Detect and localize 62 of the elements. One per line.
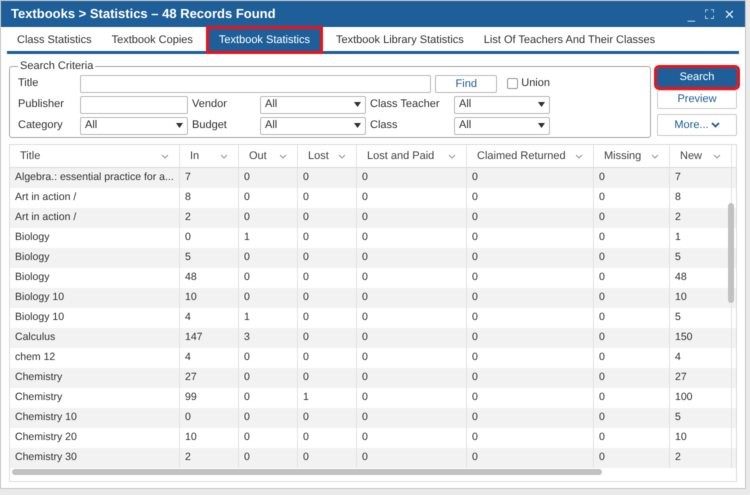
input-field[interactable] (80, 96, 188, 114)
column-header[interactable]: Claimed Returned (467, 145, 594, 167)
column-header[interactable]: Title (10, 145, 180, 167)
table-cell: 2 (670, 448, 732, 468)
sort-chevron-icon (713, 154, 721, 158)
sort-chevron-icon (448, 154, 456, 158)
title-input-field[interactable] (80, 74, 432, 92)
table-cell: 0 (594, 448, 670, 468)
category-dropdown[interactable]: All (80, 116, 188, 134)
field-label: Title (18, 76, 40, 92)
column-header[interactable]: New (670, 145, 732, 167)
tab[interactable]: Textbook Copies (102, 29, 203, 51)
vertical-scrollbar[interactable] (728, 203, 734, 303)
class-dropdown[interactable]: All (454, 116, 550, 134)
field-label: Class (370, 118, 399, 134)
table-cell: 0 (239, 448, 298, 468)
table-cell: Chemistry 30 (10, 448, 180, 468)
sort-chevron-icon (575, 154, 583, 158)
panel-legend: Search Criteria (18, 58, 96, 74)
tab[interactable]: Class Statistics (7, 29, 102, 51)
maximize-button[interactable]: ⛶ (705, 8, 714, 20)
column-header[interactable]: Lost (298, 145, 357, 167)
vendor-dropdown[interactable]: All (260, 96, 366, 114)
column-header[interactable]: Missing (594, 145, 670, 167)
dropdown-caret-icon (354, 123, 361, 128)
sort-chevron-icon (220, 154, 228, 158)
dropdown-caret-icon (538, 102, 545, 107)
sort-chevron-icon (338, 154, 346, 158)
field-label: Class Teacher (370, 97, 440, 112)
action-button[interactable]: Preview (657, 90, 737, 109)
column-header[interactable]: Out (239, 145, 298, 167)
window-title: Textbooks > Statistics – 48 Records Found (11, 5, 277, 24)
sort-chevron-icon (161, 154, 169, 158)
action-button[interactable]: Search (657, 68, 737, 87)
column-header[interactable]: Lost and Paid (357, 145, 467, 167)
sort-chevron-icon (651, 154, 659, 158)
field-label: Publisher (18, 97, 65, 112)
dropdown-caret-icon (176, 123, 183, 128)
table-cell: 0 (467, 448, 594, 468)
sort-chevron-icon (279, 154, 287, 158)
checkbox-label: Union (521, 76, 550, 92)
column-header[interactable]: In (180, 145, 239, 167)
table-cell: 2 (180, 448, 239, 468)
find-button[interactable]: Find (435, 74, 498, 92)
tab[interactable]: List Of Teachers And Their Classes (474, 29, 666, 51)
tab[interactable]: Textbook Statistics (208, 29, 320, 51)
tab[interactable]: Textbook Library Statistics (326, 29, 474, 51)
field-label: Budget (192, 118, 228, 134)
budget-dropdown[interactable]: All (260, 116, 366, 134)
dropdown-caret-icon (354, 102, 361, 107)
dropdown-caret-icon (538, 123, 545, 128)
horizontal-scrollbar[interactable] (12, 469, 602, 475)
table-cell: 0 (298, 448, 357, 468)
table-cell: 0 (357, 448, 467, 468)
minimize-button[interactable]: _ (688, 8, 695, 20)
close-button[interactable]: ✕ (724, 8, 735, 20)
chevron-down-icon (710, 122, 720, 128)
class-teacher-dropdown[interactable]: All (454, 96, 550, 114)
union-checkbox[interactable] (507, 78, 518, 89)
more-menu-button[interactable]: More... (657, 114, 737, 136)
field-label: Vendor (192, 97, 228, 112)
field-label: Category (18, 118, 64, 134)
